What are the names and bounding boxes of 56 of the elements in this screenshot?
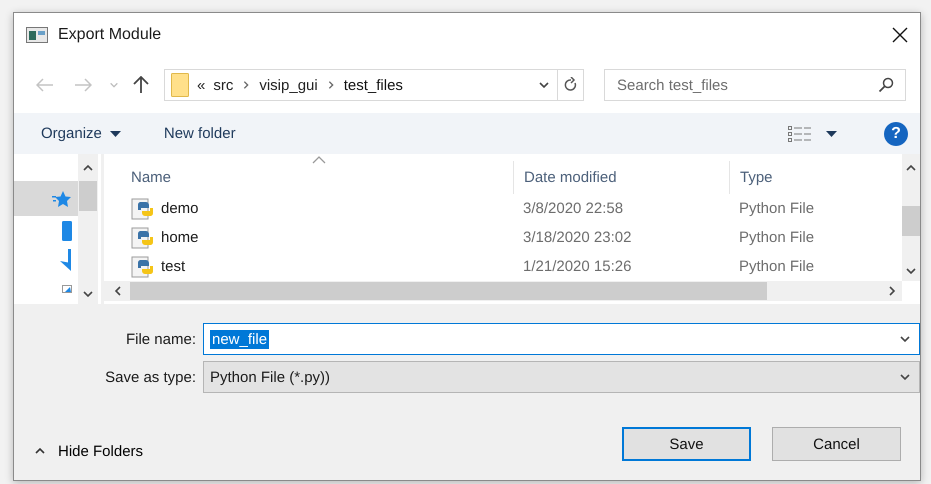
- hide-folders-button[interactable]: Hide Folders: [34, 442, 144, 460]
- python-file-icon: [131, 226, 155, 248]
- dialog-button[interactable]: Save: [622, 427, 751, 461]
- caret-icon: [826, 130, 836, 136]
- window-title: Export Module: [58, 26, 162, 44]
- file-name[interactable]: demo: [161, 200, 199, 217]
- folder-icon: [171, 73, 189, 97]
- field-label: File name:: [124, 330, 196, 348]
- scrollbar-thumb[interactable]: [902, 206, 920, 236]
- chevron-icon: [241, 80, 252, 90]
- up-arrow-icon: [133, 76, 149, 94]
- download-icon: [60, 248, 72, 270]
- star-icon: [52, 190, 72, 208]
- breadcrumb[interactable]: src: [213, 76, 234, 94]
- file-type-dropdown[interactable]: Python File (*.py)): [203, 361, 920, 393]
- picture-icon: [62, 284, 72, 292]
- table-cell-text: Python File: [738, 258, 816, 275]
- table-cell-text: Python File: [738, 229, 816, 246]
- help-button[interactable]: ?: [884, 122, 908, 146]
- right-arrow-icon: [74, 78, 92, 92]
- sort-caret-icon: [312, 156, 326, 164]
- caret-icon: [110, 130, 121, 136]
- nav-item[interactable]: [14, 181, 78, 216]
- refresh-icon: [564, 77, 578, 93]
- dialog-button[interactable]: Cancel: [772, 427, 901, 461]
- scrollbar[interactable]: [902, 154, 920, 281]
- table-cell-text: 3/18/2020 23:02: [522, 229, 632, 246]
- table-cell-text: Python File: [738, 200, 816, 217]
- column-header[interactable]: Name: [104, 161, 513, 194]
- close-icon: [892, 27, 908, 43]
- address-bar[interactable]: « src visip_gui test_files: [164, 69, 584, 101]
- details-view-icon: [788, 126, 812, 142]
- file-name[interactable]: test: [161, 258, 186, 275]
- left-arrow-icon: [36, 78, 54, 92]
- breadcrumb[interactable]: test_files: [344, 76, 403, 94]
- search-icon: [878, 77, 894, 93]
- python-file-icon: [131, 198, 155, 220]
- file-name[interactable]: home: [161, 229, 199, 246]
- field-label: Save as type:: [104, 368, 196, 386]
- scrollbar-thumb[interactable]: [79, 181, 97, 211]
- table-cell-text: 3/8/2020 22:58: [522, 200, 624, 217]
- breadcrumb[interactable]: «: [197, 76, 206, 94]
- python-file-icon: [131, 256, 155, 278]
- device-icon: [62, 220, 72, 240]
- table-cell-text: 1/21/2020 15:26: [522, 258, 632, 275]
- column-header[interactable]: Date modified: [513, 161, 729, 194]
- scrollbar[interactable]: [78, 154, 98, 304]
- scrollbar-thumb[interactable]: [130, 282, 767, 300]
- new-folder-button[interactable]: New folder: [164, 125, 236, 142]
- window-icon: [26, 27, 48, 43]
- organize-button[interactable]: Organize: [41, 125, 121, 142]
- chevron-down-icon: [109, 80, 119, 90]
- search-field[interactable]: Search test_files: [604, 69, 906, 101]
- scrollbar[interactable]: [104, 281, 902, 301]
- file-name-field[interactable]: new_file: [203, 323, 920, 355]
- breadcrumb[interactable]: visip_gui: [259, 76, 318, 94]
